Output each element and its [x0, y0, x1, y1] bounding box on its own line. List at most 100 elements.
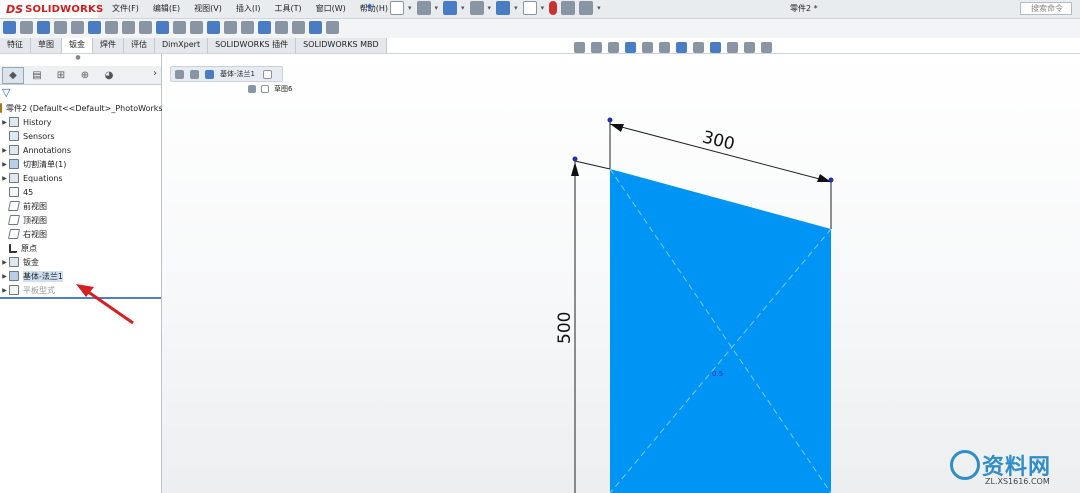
tab-weldments[interactable]: 焊件	[93, 38, 124, 53]
sketch-icon[interactable]	[261, 85, 269, 93]
simple-hole-tool-icon[interactable]	[275, 21, 288, 34]
expand-arrow-icon[interactable]: ▶	[0, 161, 9, 168]
tree-item-annotations[interactable]: ▶ Annotations	[0, 143, 161, 157]
expand-arrow-icon[interactable]: ▶	[0, 287, 9, 294]
face-icon[interactable]	[262, 69, 272, 79]
chevron-down-icon[interactable]: ▾	[461, 4, 465, 12]
convert-to-sheet-metal-icon[interactable]	[292, 21, 305, 34]
print-icon[interactable]	[469, 1, 484, 15]
rip-tool-icon[interactable]	[190, 21, 203, 34]
tree-item-history[interactable]: ▶ History	[0, 115, 161, 129]
zoom-to-fit-icon[interactable]	[574, 42, 585, 53]
graphics-viewport[interactable]: 0.5 300 500 基体-法兰1 草图6	[162, 54, 1080, 493]
no-bends-tool-icon[interactable]	[173, 21, 186, 34]
hide-show-items-icon[interactable]	[693, 42, 704, 53]
chevron-down-icon[interactable]: ▾	[597, 4, 601, 12]
apply-scene-icon[interactable]	[727, 42, 738, 53]
panel-grip-icon[interactable]: ●	[74, 55, 82, 61]
feature-manager-tab[interactable]: ◆	[2, 66, 24, 84]
tree-root[interactable]: 零件2 (Default<<Default>_PhotoWorks	[0, 101, 163, 115]
dimxpert-manager-tab[interactable]: ⊕	[74, 67, 96, 84]
menu-tools[interactable]: 工具(T)	[274, 3, 301, 14]
zoom-area-icon[interactable]	[591, 42, 602, 53]
tree-item-right-plane[interactable]: 右视图	[0, 227, 161, 241]
tab-features[interactable]: 特征	[0, 38, 31, 53]
tree-item-cut-list[interactable]: ▶ 切割清单(1)	[0, 157, 161, 171]
expand-arrow-icon[interactable]: ▶	[0, 175, 9, 182]
rollback-bar[interactable]	[0, 297, 161, 299]
menu-window[interactable]: 窗口(W)	[316, 3, 346, 14]
view-orientation-icon[interactable]	[659, 42, 670, 53]
corner-tool-icon[interactable]	[105, 21, 118, 34]
breadcrumb-sketch[interactable]: 草图6	[274, 84, 292, 94]
view-settings-icon[interactable]	[744, 42, 755, 53]
options-gear-icon[interactable]	[579, 1, 594, 15]
filter-icon[interactable]: ▽	[2, 86, 10, 99]
tree-item-top-plane[interactable]: 顶视图	[0, 213, 161, 227]
menu-file[interactable]: 文件(F)	[112, 3, 139, 14]
pin-icon[interactable]: ✦	[365, 2, 373, 13]
chevron-down-icon[interactable]: ▾	[488, 4, 492, 12]
edge-flange-tool-icon[interactable]	[20, 21, 33, 34]
menu-edit[interactable]: 编辑(E)	[153, 3, 180, 14]
unfold-tool-icon[interactable]	[122, 21, 135, 34]
width-dimension-value[interactable]: 300	[700, 127, 736, 154]
fold-tool-icon[interactable]	[139, 21, 152, 34]
new-document-icon[interactable]	[390, 1, 404, 15]
sketched-bend-tool-icon[interactable]	[71, 21, 84, 34]
open-icon[interactable]	[416, 1, 431, 15]
part-icon[interactable]	[175, 69, 184, 79]
tree-item-material[interactable]: 45	[0, 185, 161, 199]
edit-appearance-icon[interactable]	[710, 42, 721, 53]
miter-flange-tool-icon[interactable]	[37, 21, 50, 34]
tree-item-equations[interactable]: ▶ Equations	[0, 171, 161, 185]
chevron-down-icon[interactable]: ▾	[514, 4, 518, 12]
expand-arrow-icon[interactable]: ▶	[0, 273, 9, 280]
chevron-down-icon[interactable]: ▾	[541, 4, 545, 12]
tab-sketch[interactable]: 草图	[31, 38, 62, 53]
sheet-metal-gusset-icon[interactable]	[326, 21, 339, 34]
file-properties-icon[interactable]	[561, 1, 576, 15]
expand-arrow-icon[interactable]: ▶	[0, 147, 9, 154]
breadcrumb-feature[interactable]: 基体-法兰1	[220, 69, 255, 79]
tree-item-sheet-metal[interactable]: ▶ 钣金	[0, 255, 161, 269]
expand-arrow-icon[interactable]: ▶	[0, 259, 9, 266]
jog-tool-icon[interactable]	[88, 21, 101, 34]
section-view-icon[interactable]	[625, 42, 636, 53]
tab-slot-tool-icon[interactable]	[224, 21, 237, 34]
chevron-down-icon[interactable]: ▾	[435, 4, 439, 12]
tab-sheet-metal[interactable]: 钣金	[62, 38, 93, 53]
tab-dimxpert[interactable]: DimXpert	[155, 38, 209, 53]
flatten-tool-icon[interactable]	[156, 21, 169, 34]
previous-view-icon[interactable]	[608, 42, 619, 53]
undo-icon[interactable]	[496, 1, 511, 15]
chevron-right-icon[interactable]: ›	[153, 68, 157, 79]
tree-item-origin[interactable]: 原点	[0, 241, 161, 255]
dynamic-annotation-icon[interactable]	[642, 42, 653, 53]
menu-view[interactable]: 视图(V)	[194, 3, 222, 14]
save-icon[interactable]	[443, 1, 458, 15]
lofted-bend-tool-icon[interactable]	[309, 21, 322, 34]
body-icon[interactable]	[190, 69, 199, 79]
tree-item-flat-pattern[interactable]: ▶ 平板型式	[0, 283, 161, 297]
solidworks-logo[interactable]: DS SOLIDWORKS	[0, 0, 103, 18]
configuration-manager-tab[interactable]: ⊞	[50, 67, 72, 84]
vent-tool-icon[interactable]	[241, 21, 254, 34]
chevron-down-icon[interactable]: ▾	[408, 4, 412, 12]
display-style-icon[interactable]	[676, 42, 687, 53]
select-cursor-icon[interactable]	[522, 1, 537, 15]
base-flange-tool-icon[interactable]	[3, 21, 16, 34]
tab-solidworks-addins[interactable]: SOLIDWORKS 插件	[208, 38, 297, 53]
thickness-label[interactable]: 0.5	[712, 370, 723, 378]
property-manager-tab[interactable]: ▤	[26, 67, 48, 84]
extruded-cut-tool-icon[interactable]	[258, 21, 271, 34]
menu-help[interactable]: 帮助(H)	[360, 3, 388, 14]
search-commands-input[interactable]: 搜索命令	[1020, 2, 1072, 15]
menu-insert[interactable]: 插入(I)	[236, 3, 261, 14]
tab-evaluate[interactable]: 评估	[124, 38, 155, 53]
display-manager-tab[interactable]: ◕	[98, 67, 120, 84]
expand-arrow-icon[interactable]: ▶	[0, 119, 9, 126]
hem-tool-icon[interactable]	[54, 21, 67, 34]
height-dimension-value[interactable]: 500	[555, 312, 575, 344]
base-flange-icon[interactable]	[205, 69, 214, 79]
